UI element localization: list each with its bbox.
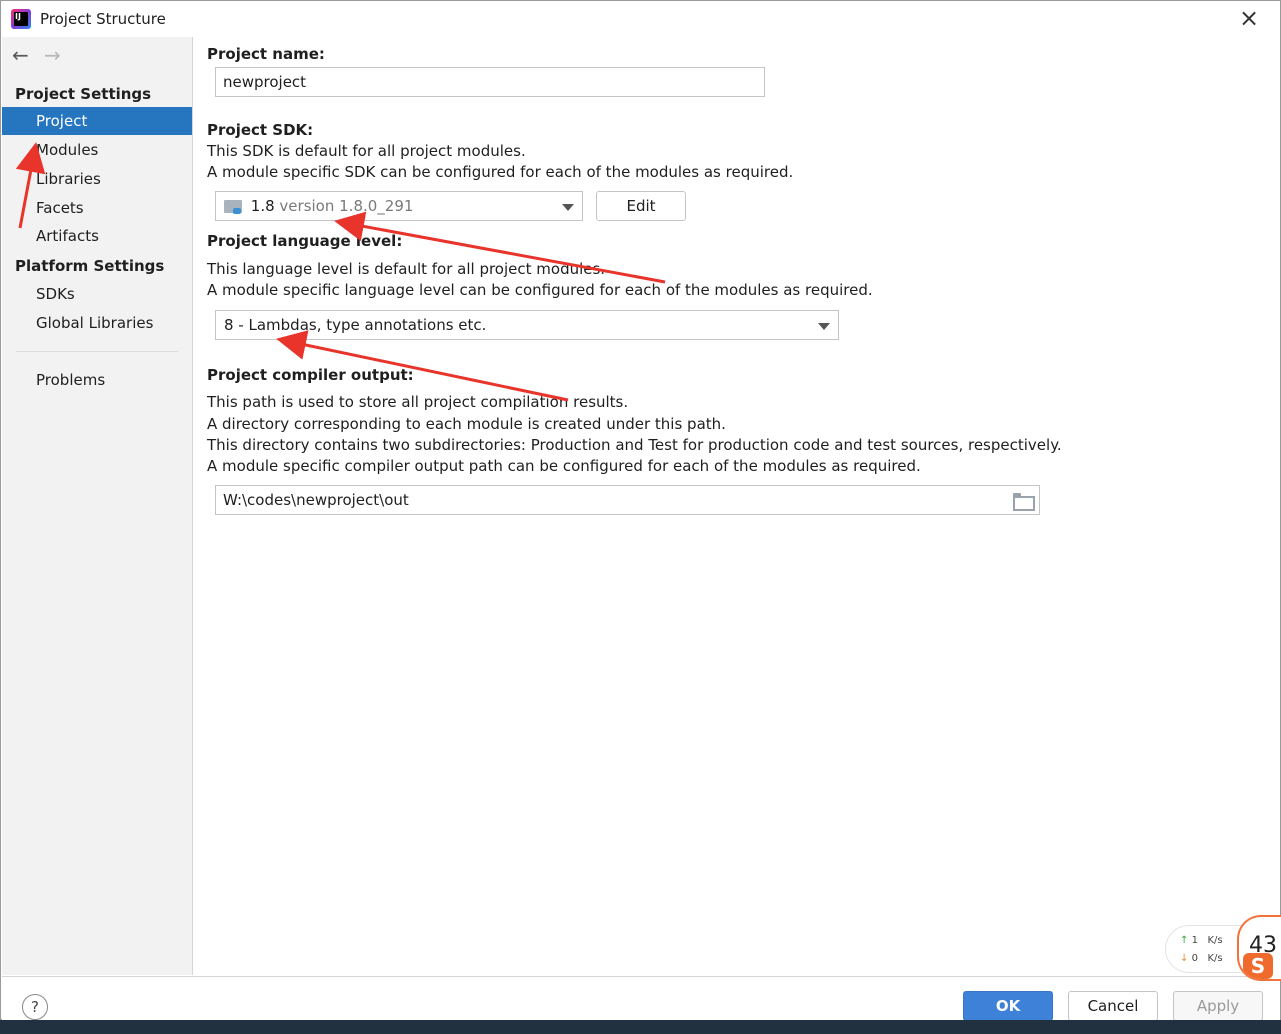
compiler-output-desc-2: A directory corresponding to each module… (207, 415, 726, 433)
compiler-output-desc-4: A module specific compiler output path c… (207, 457, 921, 475)
project-sdk-dropdown[interactable]: 1.8 version 1.8.0_291 (215, 191, 583, 221)
intellij-logo-icon: IJ (11, 9, 31, 29)
compiler-output-path-input[interactable]: W:\codes\newproject\out (215, 485, 1040, 515)
language-level-desc-2: A module specific language level can be … (207, 281, 873, 299)
sidebar-item-global-libraries[interactable]: Global Libraries (2, 309, 192, 337)
browse-folder-icon[interactable] (1013, 493, 1035, 511)
language-level-dropdown[interactable]: 8 - Lambdas, type annotations etc. (215, 310, 839, 340)
back-arrow-icon[interactable]: ← (12, 45, 36, 65)
sdk-version-detail: version 1.8.0_291 (279, 197, 414, 215)
chevron-down-icon (818, 323, 830, 330)
help-button[interactable]: ? (22, 994, 48, 1020)
language-level-value: 8 - Lambdas, type annotations etc. (224, 316, 487, 334)
sdk-folder-icon (224, 200, 242, 214)
apply-button[interactable]: Apply (1173, 991, 1263, 1021)
project-name-label: Project name: (207, 45, 325, 63)
platform-settings-heading: Platform Settings (15, 257, 165, 275)
chevron-down-icon (562, 204, 574, 211)
download-speed-unit: K/s (1207, 953, 1223, 964)
project-sdk-label: Project SDK: (207, 121, 314, 139)
project-sdk-desc-2: A module specific SDK can be configured … (207, 163, 794, 181)
download-speed: ↓ 0 K/s (1180, 953, 1223, 964)
sidebar-item-sdks[interactable]: SDKs (2, 280, 192, 308)
sidebar-item-facets[interactable]: Facets (2, 194, 192, 222)
sdk-version-name: 1.8 (250, 197, 275, 215)
download-speed-value: 0 (1191, 953, 1198, 964)
close-icon[interactable]: × (1238, 6, 1260, 30)
download-arrow-icon: ↓ (1180, 953, 1189, 964)
compiler-output-label: Project compiler output: (207, 366, 414, 384)
language-level-desc-1: This language level is default for all p… (207, 260, 606, 278)
sidebar-item-project[interactable]: Project (2, 107, 192, 135)
sidebar-item-modules[interactable]: Modules (2, 136, 192, 164)
upload-speed: ↑ 1 K/s (1180, 935, 1223, 946)
upload-speed-unit: K/s (1207, 935, 1223, 946)
upload-arrow-icon: ↑ (1180, 935, 1189, 946)
compiler-output-desc-3: This directory contains two subdirectori… (207, 436, 1062, 454)
windows-taskbar (0, 1020, 1281, 1034)
dialog-footer: ? OK Cancel Apply (2, 976, 1280, 1021)
title-bar: IJ Project Structure × (1, 1, 1280, 37)
edit-sdk-button[interactable]: Edit (596, 191, 686, 221)
sidebar: ← → Project Settings Project Modules Libr… (2, 37, 193, 975)
compiler-output-desc-1: This path is used to store all project c… (207, 393, 629, 411)
nav-arrows: ← → (12, 45, 68, 65)
sogou-logo-icon: S (1243, 953, 1273, 979)
project-structure-dialog: IJ Project Structure × ← → Project Settin… (0, 0, 1281, 1021)
sidebar-divider (16, 351, 178, 352)
project-settings-panel: Project name: newproject Project SDK: Th… (194, 37, 1280, 975)
project-name-input[interactable]: newproject (215, 67, 765, 97)
language-level-label: Project language level: (207, 232, 403, 250)
sidebar-item-artifacts[interactable]: Artifacts (2, 222, 192, 250)
upload-speed-value: 1 (1191, 935, 1198, 946)
project-settings-heading: Project Settings (15, 85, 152, 103)
sidebar-item-problems[interactable]: Problems (2, 366, 192, 394)
window-title: Project Structure (40, 10, 166, 28)
compiler-output-path-value: W:\codes\newproject\out (223, 491, 409, 509)
sogou-ime-widget[interactable]: 43 S (1237, 915, 1281, 981)
forward-arrow-icon[interactable]: → (44, 45, 68, 65)
sidebar-item-libraries[interactable]: Libraries (2, 165, 192, 193)
cancel-button[interactable]: Cancel (1068, 991, 1158, 1021)
ok-button[interactable]: OK (963, 991, 1053, 1021)
project-sdk-desc-1: This SDK is default for all project modu… (207, 142, 526, 160)
